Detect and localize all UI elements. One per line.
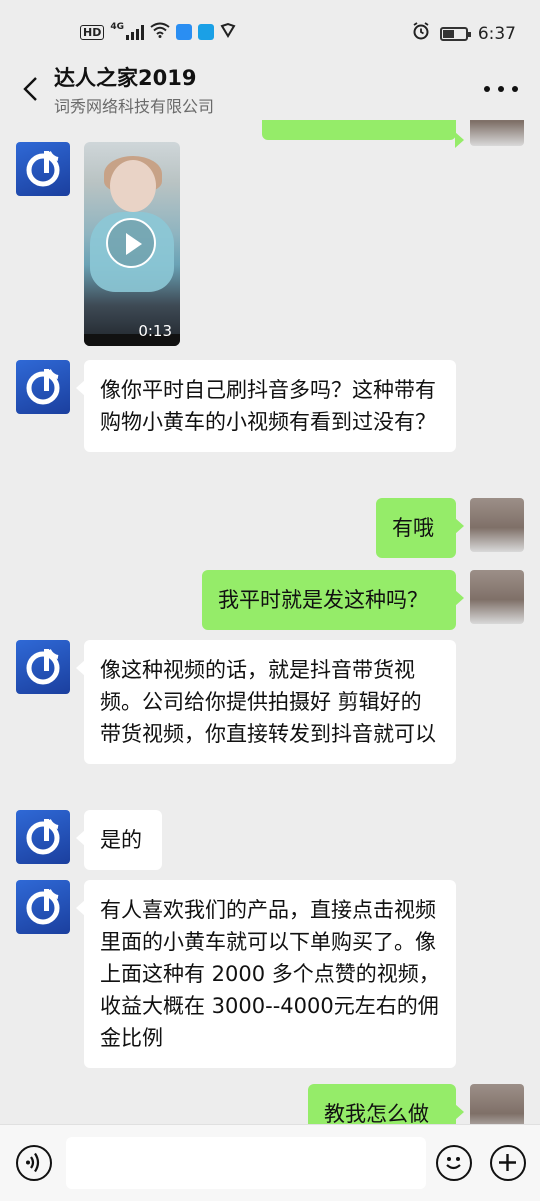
network-label: 4G: [110, 22, 124, 32]
battery-icon: [439, 26, 471, 41]
wifi-icon: [150, 22, 170, 42]
previous-message-bubble: [262, 120, 464, 148]
message-bubble[interactable]: 有人喜欢我们的产品，直接点击视频里面的小黄车就可以下单购买了。像上面这种有 20…: [76, 880, 456, 1068]
contact-avatar[interactable]: [16, 640, 70, 694]
douyin-logo-icon: [26, 151, 60, 187]
message-bubble[interactable]: 像这种视频的话，就是抖音带货视频。公司给你提供拍摄好 剪辑好的带货视频，你直接转…: [76, 640, 456, 764]
status-left: HD 4G: [80, 22, 236, 42]
voice-icon: [26, 1152, 40, 1173]
status-right: 6:37: [412, 22, 516, 45]
signal-icon: [126, 24, 144, 40]
chat-messages[interactable]: 0:13 像你平时自己刷抖音多吗？这种带有购物小黄车的小视频有看到过没有？ 有哦…: [0, 120, 540, 1124]
emoji-button[interactable]: [436, 1145, 472, 1181]
contact-avatar[interactable]: [16, 880, 70, 934]
contact-avatar[interactable]: [16, 810, 70, 864]
user-avatar[interactable]: [470, 570, 524, 624]
app-notification-icon-2: [198, 24, 214, 40]
plus-icon: [499, 1154, 516, 1171]
clock: 6:37: [477, 23, 516, 44]
voice-button[interactable]: [16, 1145, 52, 1181]
chevron-left-icon: [23, 77, 37, 101]
chat-header: 达人之家2019 词秀网络科技有限公司: [0, 62, 540, 120]
alarm-icon: [412, 22, 430, 45]
message-bubble[interactable]: 有哦: [376, 498, 464, 558]
back-button[interactable]: [20, 76, 44, 102]
video-message[interactable]: 0:13: [84, 142, 180, 346]
message-bubble[interactable]: 像你平时自己刷抖音多吗？这种带有购物小黄车的小视频有看到过没有？: [76, 360, 456, 452]
more-dot-icon: [512, 86, 518, 92]
hd-badge: HD: [80, 24, 105, 40]
douyin-logo-icon: [26, 819, 60, 855]
user-avatar[interactable]: [470, 1084, 524, 1124]
contact-avatar[interactable]: [16, 360, 70, 414]
contact-avatar[interactable]: [16, 142, 70, 196]
play-icon[interactable]: [106, 218, 156, 268]
douyin-logo-icon: [26, 889, 60, 925]
message-bubble[interactable]: 教我怎么做: [308, 1084, 464, 1124]
message-input[interactable]: [66, 1137, 426, 1189]
more-button[interactable]: [484, 76, 518, 102]
video-thumbnail-part: [110, 160, 156, 212]
more-functions-button[interactable]: [490, 1145, 526, 1181]
input-bar: [0, 1124, 540, 1201]
app-notification-icon: [176, 24, 192, 40]
douyin-logo-icon: [26, 649, 60, 685]
douyin-logo-icon: [26, 369, 60, 405]
video-duration: 0:13: [138, 322, 172, 340]
chat-title: 达人之家2019: [54, 66, 197, 90]
more-dot-icon: [498, 86, 504, 92]
message-bubble[interactable]: 我平时就是发这种吗？: [202, 570, 464, 630]
status-bar: HD 4G 6:37: [0, 0, 540, 62]
user-avatar[interactable]: [470, 498, 524, 552]
message-bubble[interactable]: 是的: [76, 810, 162, 870]
chat-subtitle: 词秀网络科技有限公司: [54, 97, 215, 116]
shield-icon: [220, 22, 236, 42]
more-dot-icon: [484, 86, 490, 92]
emoji-icon: [446, 1157, 461, 1170]
user-avatar[interactable]: [470, 120, 524, 146]
